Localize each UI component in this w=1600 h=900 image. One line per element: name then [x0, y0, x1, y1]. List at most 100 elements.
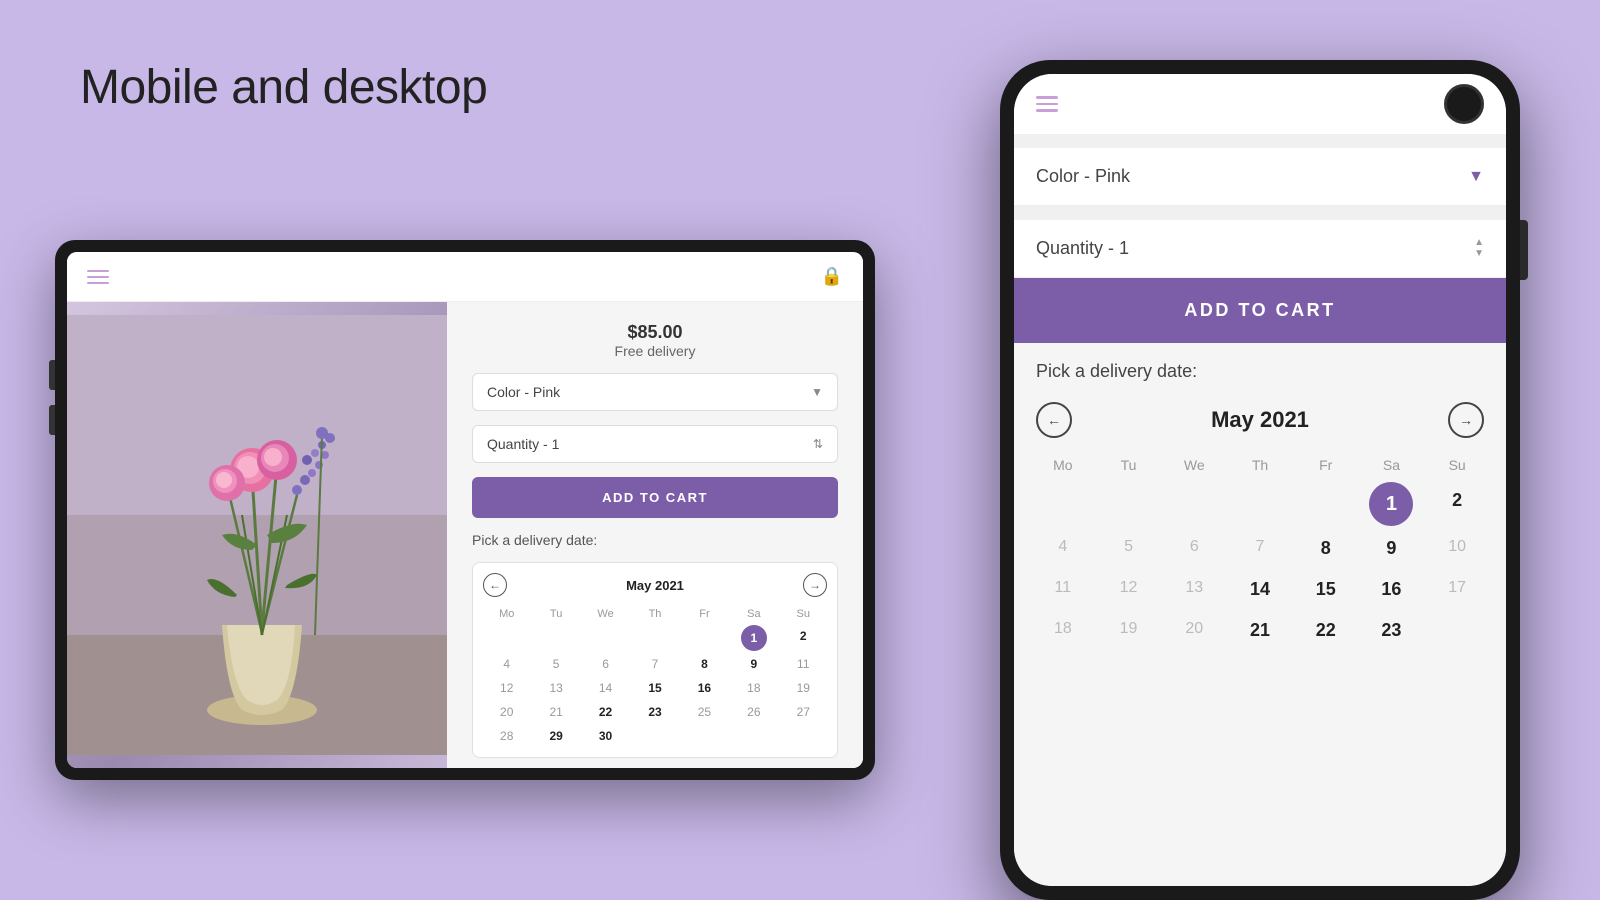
phone-cal-day-8[interactable]: 8: [1295, 530, 1357, 567]
tablet-screen: 🔒: [67, 252, 863, 768]
cal-day-27[interactable]: 27: [780, 701, 827, 723]
cal-day-18[interactable]: 18: [730, 677, 777, 699]
phone-cal-day-20[interactable]: 20: [1163, 612, 1225, 649]
cal-day-14[interactable]: 14: [582, 677, 629, 699]
cal-day-20[interactable]: 20: [483, 701, 530, 723]
phone-cal-day-7[interactable]: 7: [1229, 530, 1291, 567]
tablet-button-1: [49, 360, 55, 390]
phone-cal-day-12[interactable]: 12: [1098, 571, 1160, 608]
cal-h-we: We: [582, 605, 629, 623]
phone-cal-empty: [1229, 482, 1291, 526]
phone-color-label: Color - Pink: [1036, 166, 1130, 187]
tablet-details-panel: $85.00 Free delivery Color - Pink ▼ Quan…: [447, 302, 863, 768]
cal-day-26[interactable]: 26: [730, 701, 777, 723]
phone-cal-prev[interactable]: ←: [1036, 402, 1072, 438]
cal-day-15[interactable]: 15: [631, 677, 678, 699]
cal-day-2[interactable]: 2: [780, 625, 827, 651]
phone-quantity-field[interactable]: Quantity - 1 ▲ ▼: [1014, 220, 1506, 278]
cal-day: [582, 625, 629, 651]
phone-delivery-label: Pick a delivery date:: [1014, 343, 1506, 392]
tablet-lock-icon: 🔒: [821, 266, 843, 287]
tablet-menu-icon[interactable]: [87, 270, 109, 284]
tablet-color-dropdown[interactable]: Color - Pink ▼: [472, 373, 838, 411]
tablet-delivery: Free delivery: [472, 343, 838, 359]
tablet-button-2: [49, 405, 55, 435]
cal-day-22[interactable]: 22: [582, 701, 629, 723]
tablet-flower-image: [67, 302, 447, 768]
phone-h-tu: Tu: [1098, 452, 1160, 478]
tablet-delivery-date-label: Pick a delivery date:: [472, 532, 838, 548]
phone-cal-day-4[interactable]: 4: [1032, 530, 1094, 567]
phone-cal-day-16[interactable]: 16: [1361, 571, 1423, 608]
cal-h-th: Th: [631, 605, 678, 623]
cal-h-tu: Tu: [532, 605, 579, 623]
tablet-add-to-cart-button[interactable]: ADD TO CART: [472, 477, 838, 518]
tablet-content: $85.00 Free delivery Color - Pink ▼ Quan…: [67, 302, 863, 768]
tablet-quantity-label: Quantity - 1: [487, 436, 559, 452]
phone-cal-empty: [1032, 482, 1094, 526]
tablet-color-arrow: ▼: [811, 385, 823, 399]
phone-cal-day-17[interactable]: 17: [1426, 571, 1488, 608]
qty-down: ▼: [1474, 249, 1484, 259]
cal-day-9[interactable]: 9: [730, 653, 777, 675]
phone-cal-day-6[interactable]: 6: [1163, 530, 1225, 567]
phone-cal-day-1[interactable]: 1: [1369, 482, 1413, 526]
phone-cal-day-9[interactable]: 9: [1361, 530, 1423, 567]
cal-h-su: Su: [780, 605, 827, 623]
phone-add-to-cart-button[interactable]: ADD TO CART: [1014, 278, 1506, 343]
phone-h-fr: Fr: [1295, 452, 1357, 478]
cal-day-4[interactable]: 4: [483, 653, 530, 675]
cal-day-7[interactable]: 7: [631, 653, 678, 675]
phone-cal-day-13[interactable]: 13: [1163, 571, 1225, 608]
phone-cal-day-11[interactable]: 11: [1032, 571, 1094, 608]
cal-day-25[interactable]: 25: [681, 701, 728, 723]
tablet-cal-prev[interactable]: ←: [483, 573, 507, 597]
cal-day-28[interactable]: 28: [483, 725, 530, 747]
tablet-cal-next[interactable]: →: [803, 573, 827, 597]
tablet-price-block: $85.00 Free delivery: [472, 322, 838, 359]
cal-day-12[interactable]: 12: [483, 677, 530, 699]
cal-day-16[interactable]: 16: [681, 677, 728, 699]
phone-cal-day-10[interactable]: 10: [1426, 530, 1488, 567]
cal-day-29[interactable]: 29: [532, 725, 579, 747]
phone-cal-day-19[interactable]: 19: [1098, 612, 1160, 649]
phone-color-arrow: ▼: [1468, 168, 1484, 186]
page-title: Mobile and desktop: [80, 60, 487, 115]
phone-cal-day-14[interactable]: 14: [1229, 571, 1291, 608]
phone-cal-next[interactable]: →: [1448, 402, 1484, 438]
cal-day-11[interactable]: 11: [780, 653, 827, 675]
phone-quantity-spinner[interactable]: ▲ ▼: [1474, 238, 1484, 259]
tablet-cal-grid: Mo Tu We Th Fr Sa Su: [483, 605, 827, 747]
phone-menu-icon[interactable]: [1036, 96, 1058, 112]
phone-cal-day-23[interactable]: 23: [1361, 612, 1423, 649]
cal-day-5[interactable]: 5: [532, 653, 579, 675]
cal-h-mo: Mo: [483, 605, 530, 623]
phone-h-th: Th: [1229, 452, 1291, 478]
cal-day-30[interactable]: 30: [582, 725, 629, 747]
phone-cal-day-18[interactable]: 18: [1032, 612, 1094, 649]
phone-cal-day-5[interactable]: 5: [1098, 530, 1160, 567]
phone-cal-day-2[interactable]: 2: [1426, 482, 1488, 526]
tablet-device: 🔒: [55, 240, 875, 800]
phone-cal-month: May 2021: [1211, 407, 1309, 433]
cal-h-fr: Fr: [681, 605, 728, 623]
cal-day-19[interactable]: 19: [780, 677, 827, 699]
phone-quantity-label: Quantity - 1: [1036, 238, 1129, 259]
tablet-quantity-dropdown[interactable]: Quantity - 1 ⇅: [472, 425, 838, 463]
cal-day-8[interactable]: 8: [681, 653, 728, 675]
phone-cal-day-15[interactable]: 15: [1295, 571, 1357, 608]
phone-cal-header: ← May 2021 →: [1032, 402, 1488, 438]
phone-color-dropdown[interactable]: Color - Pink ▼: [1014, 148, 1506, 206]
cal-day-6[interactable]: 6: [582, 653, 629, 675]
cal-day-23[interactable]: 23: [631, 701, 678, 723]
cal-day-13[interactable]: 13: [532, 677, 579, 699]
tablet-color-label: Color - Pink: [487, 384, 560, 400]
phone-separator-1: [1014, 134, 1506, 148]
phone-screen: Color - Pink ▼ Quantity - 1 ▲ ▼ ADD TO C…: [1014, 74, 1506, 886]
phone-body: Color - Pink ▼ Quantity - 1 ▲ ▼ ADD TO C…: [1000, 60, 1520, 900]
cal-day-1[interactable]: 1: [741, 625, 767, 651]
phone-cal-day-22[interactable]: 22: [1295, 612, 1357, 649]
phone-cal-day-21[interactable]: 21: [1229, 612, 1291, 649]
tablet-cal-header: ← May 2021 →: [483, 573, 827, 597]
cal-day-21[interactable]: 21: [532, 701, 579, 723]
